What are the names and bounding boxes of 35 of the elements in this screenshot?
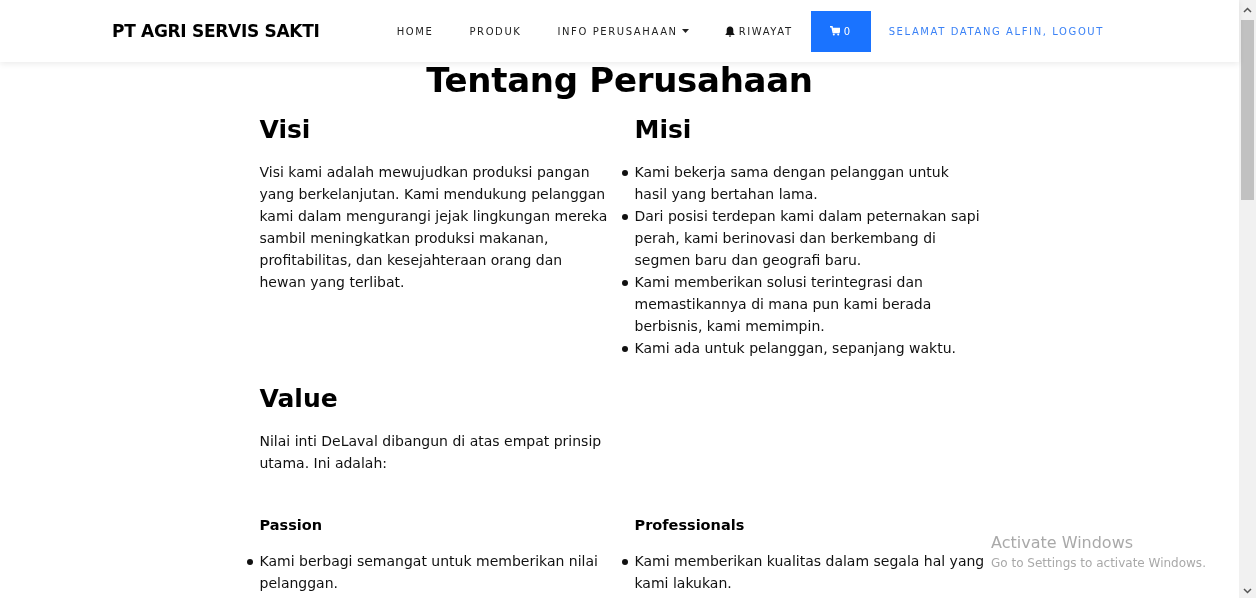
principle-heading: Professionals (634, 516, 746, 535)
section-paragraph: Visi kami adalah mewujudkan produksi pangan yang berkelanjutan. Kami mendukung pelanggan kami dalam mengurangi jejak lingkungan mereka sambil meningkatkan produksi makanan, profitabilitas, dan kesejahteraan orang dan hewan yang terlibat. (259, 163, 609, 292)
section-heading: Value (259, 384, 339, 414)
bullet-icon (621, 346, 628, 352)
nav-link[interactable]: HOME (378, 25, 452, 37)
brand-name[interactable]: PT AGRI SERVIS SAKTI (112, 21, 320, 41)
bullet-icon (621, 559, 628, 565)
scroll-down-icon[interactable] (1243, 588, 1252, 594)
list-item: Kami berbagi semangat untuk memberikan nilai pelanggan. (259, 550, 610, 594)
list-item: Kami ada untuk pelanggan, sepanjang waktu. (634, 337, 985, 359)
bullet-icon (246, 559, 253, 565)
bullet-icon (621, 214, 628, 220)
scroll-up-icon[interactable] (1243, 7, 1252, 13)
list-item: Kami memberikan solusi terintegrasi dan memastikannya di mana pun kami berada berbisnis, kami memimpin. (634, 271, 985, 337)
nav-link[interactable]: RIWAYAT (706, 25, 811, 37)
bell-icon (724, 25, 735, 37)
section-heading: Misi (634, 115, 693, 145)
nav-link[interactable]: PRODUK (451, 25, 540, 37)
principle-heading: Passion (259, 516, 324, 535)
bullet-icon (621, 280, 628, 286)
page-title: Tentang Perusahaan (425, 62, 814, 100)
nav-dropdown[interactable]: INFO PERUSAHAAN (539, 25, 707, 37)
scrollbar-thumb[interactable] (1241, 20, 1254, 200)
activation-subtitle: Go to Settings to activate Windows. (991, 555, 1206, 572)
section-paragraph: Nilai inti DeLaval dibangun di atas empat prinsip utama. Ini adalah: (259, 432, 603, 473)
list-item: Kami bekerja sama dengan pelanggan untuk hasil yang bertahan lama. (634, 161, 985, 205)
list-item: Kami memberikan kualitas dalam segala hal yang kami lakukan. (634, 550, 985, 594)
bullet-icon (621, 170, 628, 176)
cart-icon (829, 26, 840, 36)
logout-link[interactable]: SELAMAT DATANG ALFIN, LOGOUT (870, 25, 1122, 37)
section-heading: Visi (259, 115, 312, 145)
caret-icon (681, 29, 689, 33)
activation-title: Activate Windows (991, 532, 1135, 554)
list-item: Dari posisi terdepan kami dalam peternakan sapi perah, kami berinovasi dan berkembang di segmen baru dan geografi baru. (634, 205, 985, 271)
cart-button[interactable]: 0 (810, 10, 871, 52)
